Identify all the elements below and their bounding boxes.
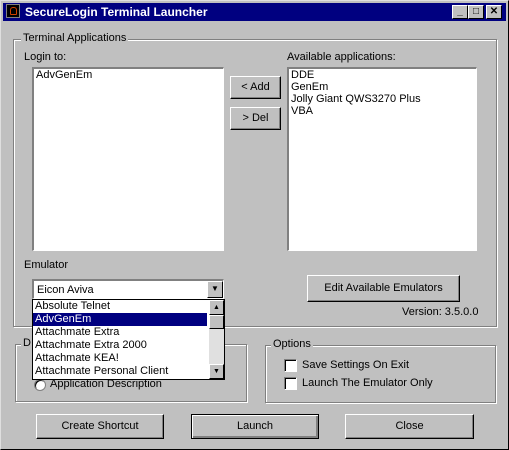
add-button[interactable]: < Add xyxy=(230,76,281,99)
del-button[interactable]: > Del xyxy=(230,107,281,130)
list-item[interactable]: GenEm xyxy=(289,81,476,93)
list-item[interactable]: VBA xyxy=(289,105,476,117)
create-shortcut-button[interactable]: Create Shortcut xyxy=(36,414,164,439)
available-applications-list[interactable]: DDE GenEm Jolly Giant QWS3270 Plus VBA xyxy=(287,67,477,251)
launch-emulator-only-checkbox[interactable] xyxy=(284,377,297,390)
maximize-button[interactable]: □ xyxy=(468,5,484,19)
list-item[interactable]: DDE xyxy=(289,69,476,81)
version-label: Version: 3.5.0.0 xyxy=(402,306,479,318)
options-group xyxy=(265,345,496,403)
window-title: SecureLogin Terminal Launcher xyxy=(25,5,208,19)
login-to-label: Login to: xyxy=(24,51,67,63)
dropdown-option[interactable]: Attachmate KEA! xyxy=(33,352,207,365)
save-settings-checkbox[interactable] xyxy=(284,359,297,372)
scroll-down-icon[interactable]: ▼ xyxy=(209,364,224,379)
app-lock-icon xyxy=(6,4,20,18)
close-window-button[interactable]: ✕ xyxy=(486,5,502,19)
dropdown-scrollbar[interactable]: ▲ ▼ xyxy=(209,300,224,379)
terminal-launcher-window: SecureLogin Terminal Launcher _ □ ✕ Term… xyxy=(0,0,509,450)
title-bar[interactable]: SecureLogin Terminal Launcher _ □ ✕ xyxy=(3,3,506,21)
application-description-radio[interactable] xyxy=(34,379,46,391)
available-applications-label: Available applications: xyxy=(287,51,396,63)
dropdown-option-highlighted[interactable]: AdvGenEm xyxy=(33,313,207,326)
minimize-button[interactable]: _ xyxy=(452,5,468,19)
save-settings-label: Save Settings On Exit xyxy=(302,359,409,371)
scrollbar-thumb[interactable] xyxy=(209,315,224,329)
edit-available-emulators-button[interactable]: Edit Available Emulators xyxy=(307,275,460,302)
emulator-selected-value: Eicon Aviva xyxy=(37,284,94,296)
emulator-dropdown-list[interactable]: Absolute Telnet AdvGenEm Attachmate Extr… xyxy=(32,299,225,380)
list-item[interactable]: Jolly Giant QWS3270 Plus xyxy=(289,93,476,105)
dropdown-option[interactable]: Absolute Telnet xyxy=(33,300,207,313)
scroll-up-icon[interactable]: ▲ xyxy=(209,300,224,315)
terminal-applications-label: Terminal Applications xyxy=(21,32,129,45)
chevron-down-icon[interactable]: ▼ xyxy=(207,281,223,298)
options-group-label: Options xyxy=(271,338,313,351)
dropdown-option[interactable]: Attachmate Personal Client xyxy=(33,365,207,378)
list-item[interactable]: AdvGenEm xyxy=(34,69,223,81)
login-to-list[interactable]: AdvGenEm xyxy=(32,67,224,251)
emulator-label: Emulator xyxy=(24,259,69,271)
emulator-select[interactable]: Eicon Aviva ▼ xyxy=(32,279,224,299)
launch-emulator-only-label: Launch The Emulator Only xyxy=(302,377,433,389)
dropdown-option[interactable]: Attachmate Extra xyxy=(33,326,207,339)
dropdown-option[interactable]: Attachmate Extra 2000 xyxy=(33,339,207,352)
launch-button[interactable]: Launch xyxy=(191,414,319,439)
close-button[interactable]: Close xyxy=(345,414,474,439)
